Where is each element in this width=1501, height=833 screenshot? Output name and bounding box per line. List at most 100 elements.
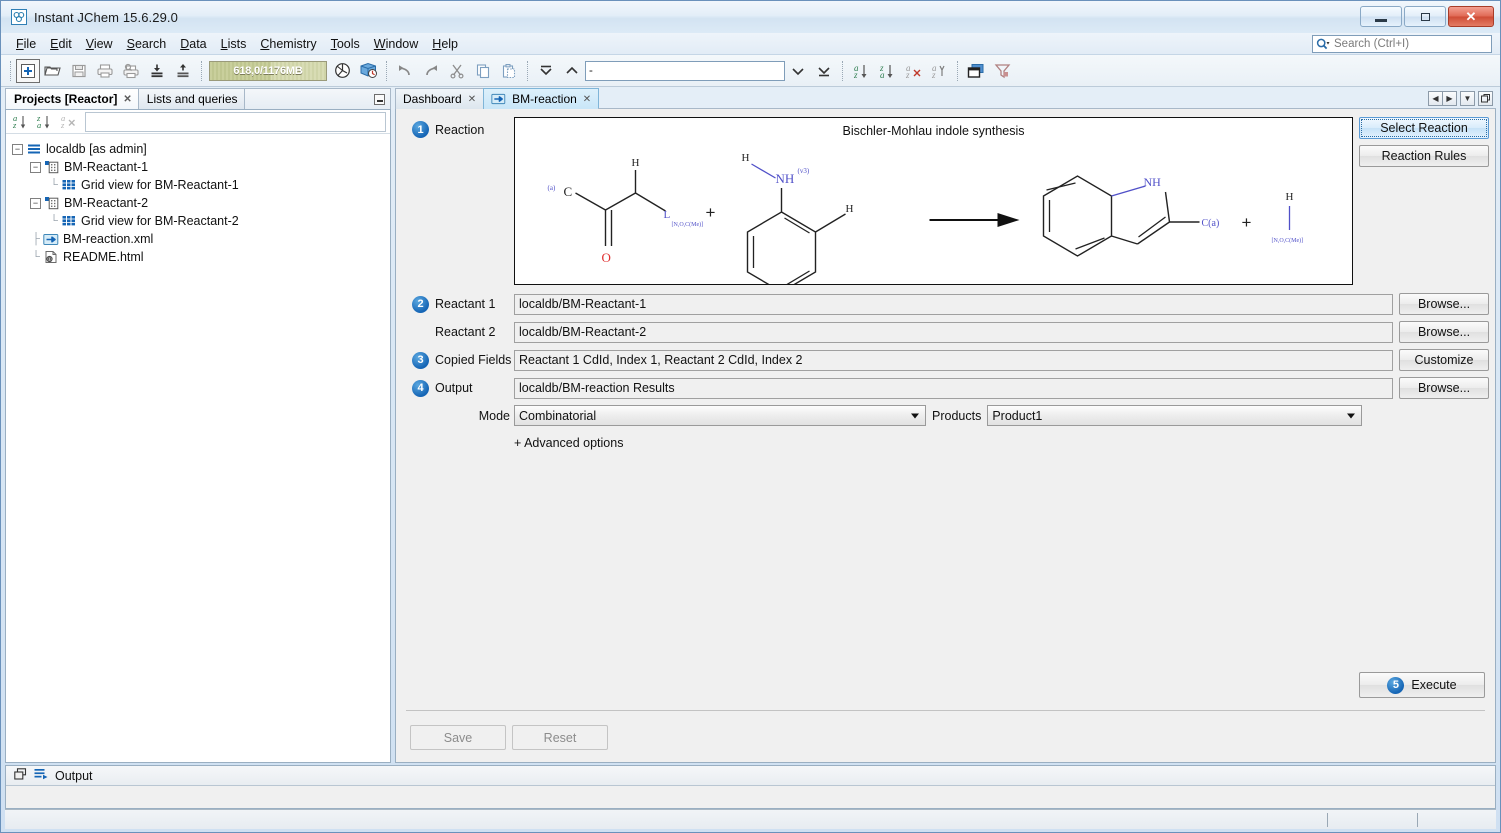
reactant-2-browse-button[interactable]: Browse...	[1399, 321, 1489, 343]
search-placeholder: Search (Ctrl+I)	[1334, 38, 1409, 50]
menu-lists[interactable]: Lists	[214, 35, 254, 53]
reactant-2-label: Reactant 2	[435, 325, 495, 339]
export-icon[interactable]	[170, 58, 196, 84]
expander-minus-icon[interactable]: −	[12, 144, 23, 155]
status-cell-secondary	[1328, 813, 1418, 827]
tab-projects-reactor[interactable]: Projects [Reactor] ✕	[5, 88, 139, 109]
output-input[interactable]: localdb/BM-reaction Results	[514, 378, 1393, 399]
menu-file[interactable]: File	[9, 35, 43, 53]
new-project-icon[interactable]	[16, 59, 40, 83]
first-record-icon[interactable]	[533, 58, 559, 84]
maximize-button[interactable]	[1404, 6, 1446, 27]
close-icon[interactable]: ✕	[123, 94, 131, 105]
sort-ascending-icon[interactable]: a z	[848, 58, 874, 84]
reactant-1-browse-button[interactable]: Browse...	[1399, 293, 1489, 315]
tree-node-label: BM-Reactant-2	[64, 196, 148, 210]
tree-node-bm-reaction-xml[interactable]: ├ BM-reaction.xml	[12, 230, 390, 248]
mode-select[interactable]: Combinatorial	[514, 405, 926, 426]
editor-tabstrip-filler: ◀ ▶ ▼	[598, 88, 1496, 109]
reset-button[interactable]: Reset	[512, 725, 608, 750]
tab-dashboard[interactable]: Dashboard ✕	[395, 88, 484, 109]
tree-filter-input[interactable]	[85, 112, 386, 132]
search-input[interactable]: Search (Ctrl+I)	[1312, 35, 1492, 53]
menu-chemistry[interactable]: Chemistry	[253, 35, 323, 53]
tree-node-localdb[interactable]: − localdb [as admin]	[12, 140, 390, 158]
tree-node-label: README.html	[63, 250, 144, 264]
close-icon[interactable]: ✕	[583, 94, 591, 105]
copied-fields-input[interactable]: Reactant 1 CdId, Index 1, Reactant 2 CdI…	[514, 350, 1393, 371]
reaction-file-icon	[42, 233, 60, 246]
reaction-scheme-canvas[interactable]: Bischler-Mohlau indole synthesis C (a)	[514, 117, 1353, 285]
redo-icon[interactable]	[418, 58, 444, 84]
sort-remove-icon[interactable]: a z	[900, 58, 926, 84]
output-dock-header[interactable]: Output	[6, 766, 1495, 786]
close-icon[interactable]: ✕	[468, 94, 476, 105]
scroll-left-button[interactable]: ◀	[1428, 91, 1443, 106]
print-preview-icon[interactable]	[118, 58, 144, 84]
garbage-collect-icon[interactable]	[329, 58, 355, 84]
sort-clear-icon[interactable]: a z	[57, 112, 79, 132]
tree-node-bm-reactant-1[interactable]: −	[12, 158, 390, 176]
menu-tools[interactable]: Tools	[324, 35, 367, 53]
record-selector-combo[interactable]: -	[585, 61, 785, 81]
close-button[interactable]: ✕	[1448, 6, 1494, 27]
select-reaction-button[interactable]: Select Reaction	[1359, 117, 1489, 139]
database-history-icon[interactable]	[355, 58, 381, 84]
tree-node-label: localdb [as admin]	[46, 142, 147, 156]
menu-view[interactable]: View	[79, 35, 120, 53]
toolbar-separator	[386, 61, 387, 81]
customize-button[interactable]: Customize	[1399, 349, 1489, 371]
minimize-button[interactable]	[1360, 6, 1402, 27]
restore-window-icon[interactable]	[14, 768, 27, 783]
reaction-rules-button[interactable]: Reaction Rules	[1359, 145, 1489, 167]
print-icon[interactable]	[92, 58, 118, 84]
open-project-icon[interactable]	[40, 58, 66, 84]
svg-text:(a): (a)	[548, 184, 556, 192]
products-select[interactable]: Product1	[987, 405, 1362, 426]
sort-za-icon[interactable]: z a	[33, 112, 55, 132]
previous-record-icon[interactable]	[559, 58, 585, 84]
tree-connector: └	[30, 251, 42, 263]
maximize-editor-button[interactable]	[1478, 91, 1493, 106]
tab-bm-reaction[interactable]: BM-reaction ✕	[483, 88, 599, 109]
tree-node-grid-view-1[interactable]: └	[12, 176, 390, 194]
sort-az-icon[interactable]: a z	[9, 112, 31, 132]
last-record-icon[interactable]	[811, 58, 837, 84]
undo-icon[interactable]	[392, 58, 418, 84]
save-icon[interactable]	[66, 58, 92, 84]
tree-node-grid-view-2[interactable]: └	[12, 212, 390, 230]
memory-gauge[interactable]: 618,0/1176MB	[209, 61, 327, 81]
tree-node-bm-reactant-2[interactable]: −	[12, 194, 390, 212]
left-tabstrip-filler	[244, 88, 392, 109]
filter-icon[interactable]	[989, 58, 1015, 84]
next-record-icon[interactable]	[785, 58, 811, 84]
minimize-panel-icon[interactable]	[374, 94, 385, 105]
paste-icon[interactable]	[496, 58, 522, 84]
sort-custom-icon[interactable]: a z	[926, 58, 952, 84]
sort-descending-icon[interactable]: z a	[874, 58, 900, 84]
copy-icon[interactable]	[470, 58, 496, 84]
application-window: Instant JChem 15.6.29.0 ✕ File Edit View…	[0, 0, 1501, 833]
tree-node-readme-html[interactable]: └ README.html	[12, 248, 390, 266]
output-browse-button[interactable]: Browse...	[1399, 377, 1489, 399]
svg-text:[N,O,C(Me)]: [N,O,C(Me)]	[1272, 237, 1304, 244]
detach-window-icon[interactable]	[963, 58, 989, 84]
tab-list-button[interactable]: ▼	[1460, 91, 1475, 106]
cut-icon[interactable]	[444, 58, 470, 84]
menu-window[interactable]: Window	[367, 35, 425, 53]
scroll-right-button[interactable]: ▶	[1442, 91, 1457, 106]
expander-minus-icon[interactable]: −	[30, 198, 41, 209]
advanced-options-toggle[interactable]: + Advanced options	[402, 436, 1489, 450]
tab-lists-and-queries[interactable]: Lists and queries	[138, 88, 245, 109]
menu-help[interactable]: Help	[425, 35, 465, 53]
reactant-2-input[interactable]: localdb/BM-Reactant-2	[514, 322, 1393, 343]
menu-edit[interactable]: Edit	[43, 35, 79, 53]
expander-minus-icon[interactable]: −	[30, 162, 41, 173]
save-button[interactable]: Save	[410, 725, 506, 750]
toolbar-separator	[201, 61, 202, 81]
menu-data[interactable]: Data	[173, 35, 213, 53]
menu-search[interactable]: Search	[120, 35, 174, 53]
reactant-1-input[interactable]: localdb/BM-Reactant-1	[514, 294, 1393, 315]
import-icon[interactable]	[144, 58, 170, 84]
execute-button[interactable]: 5 Execute	[1359, 672, 1485, 698]
